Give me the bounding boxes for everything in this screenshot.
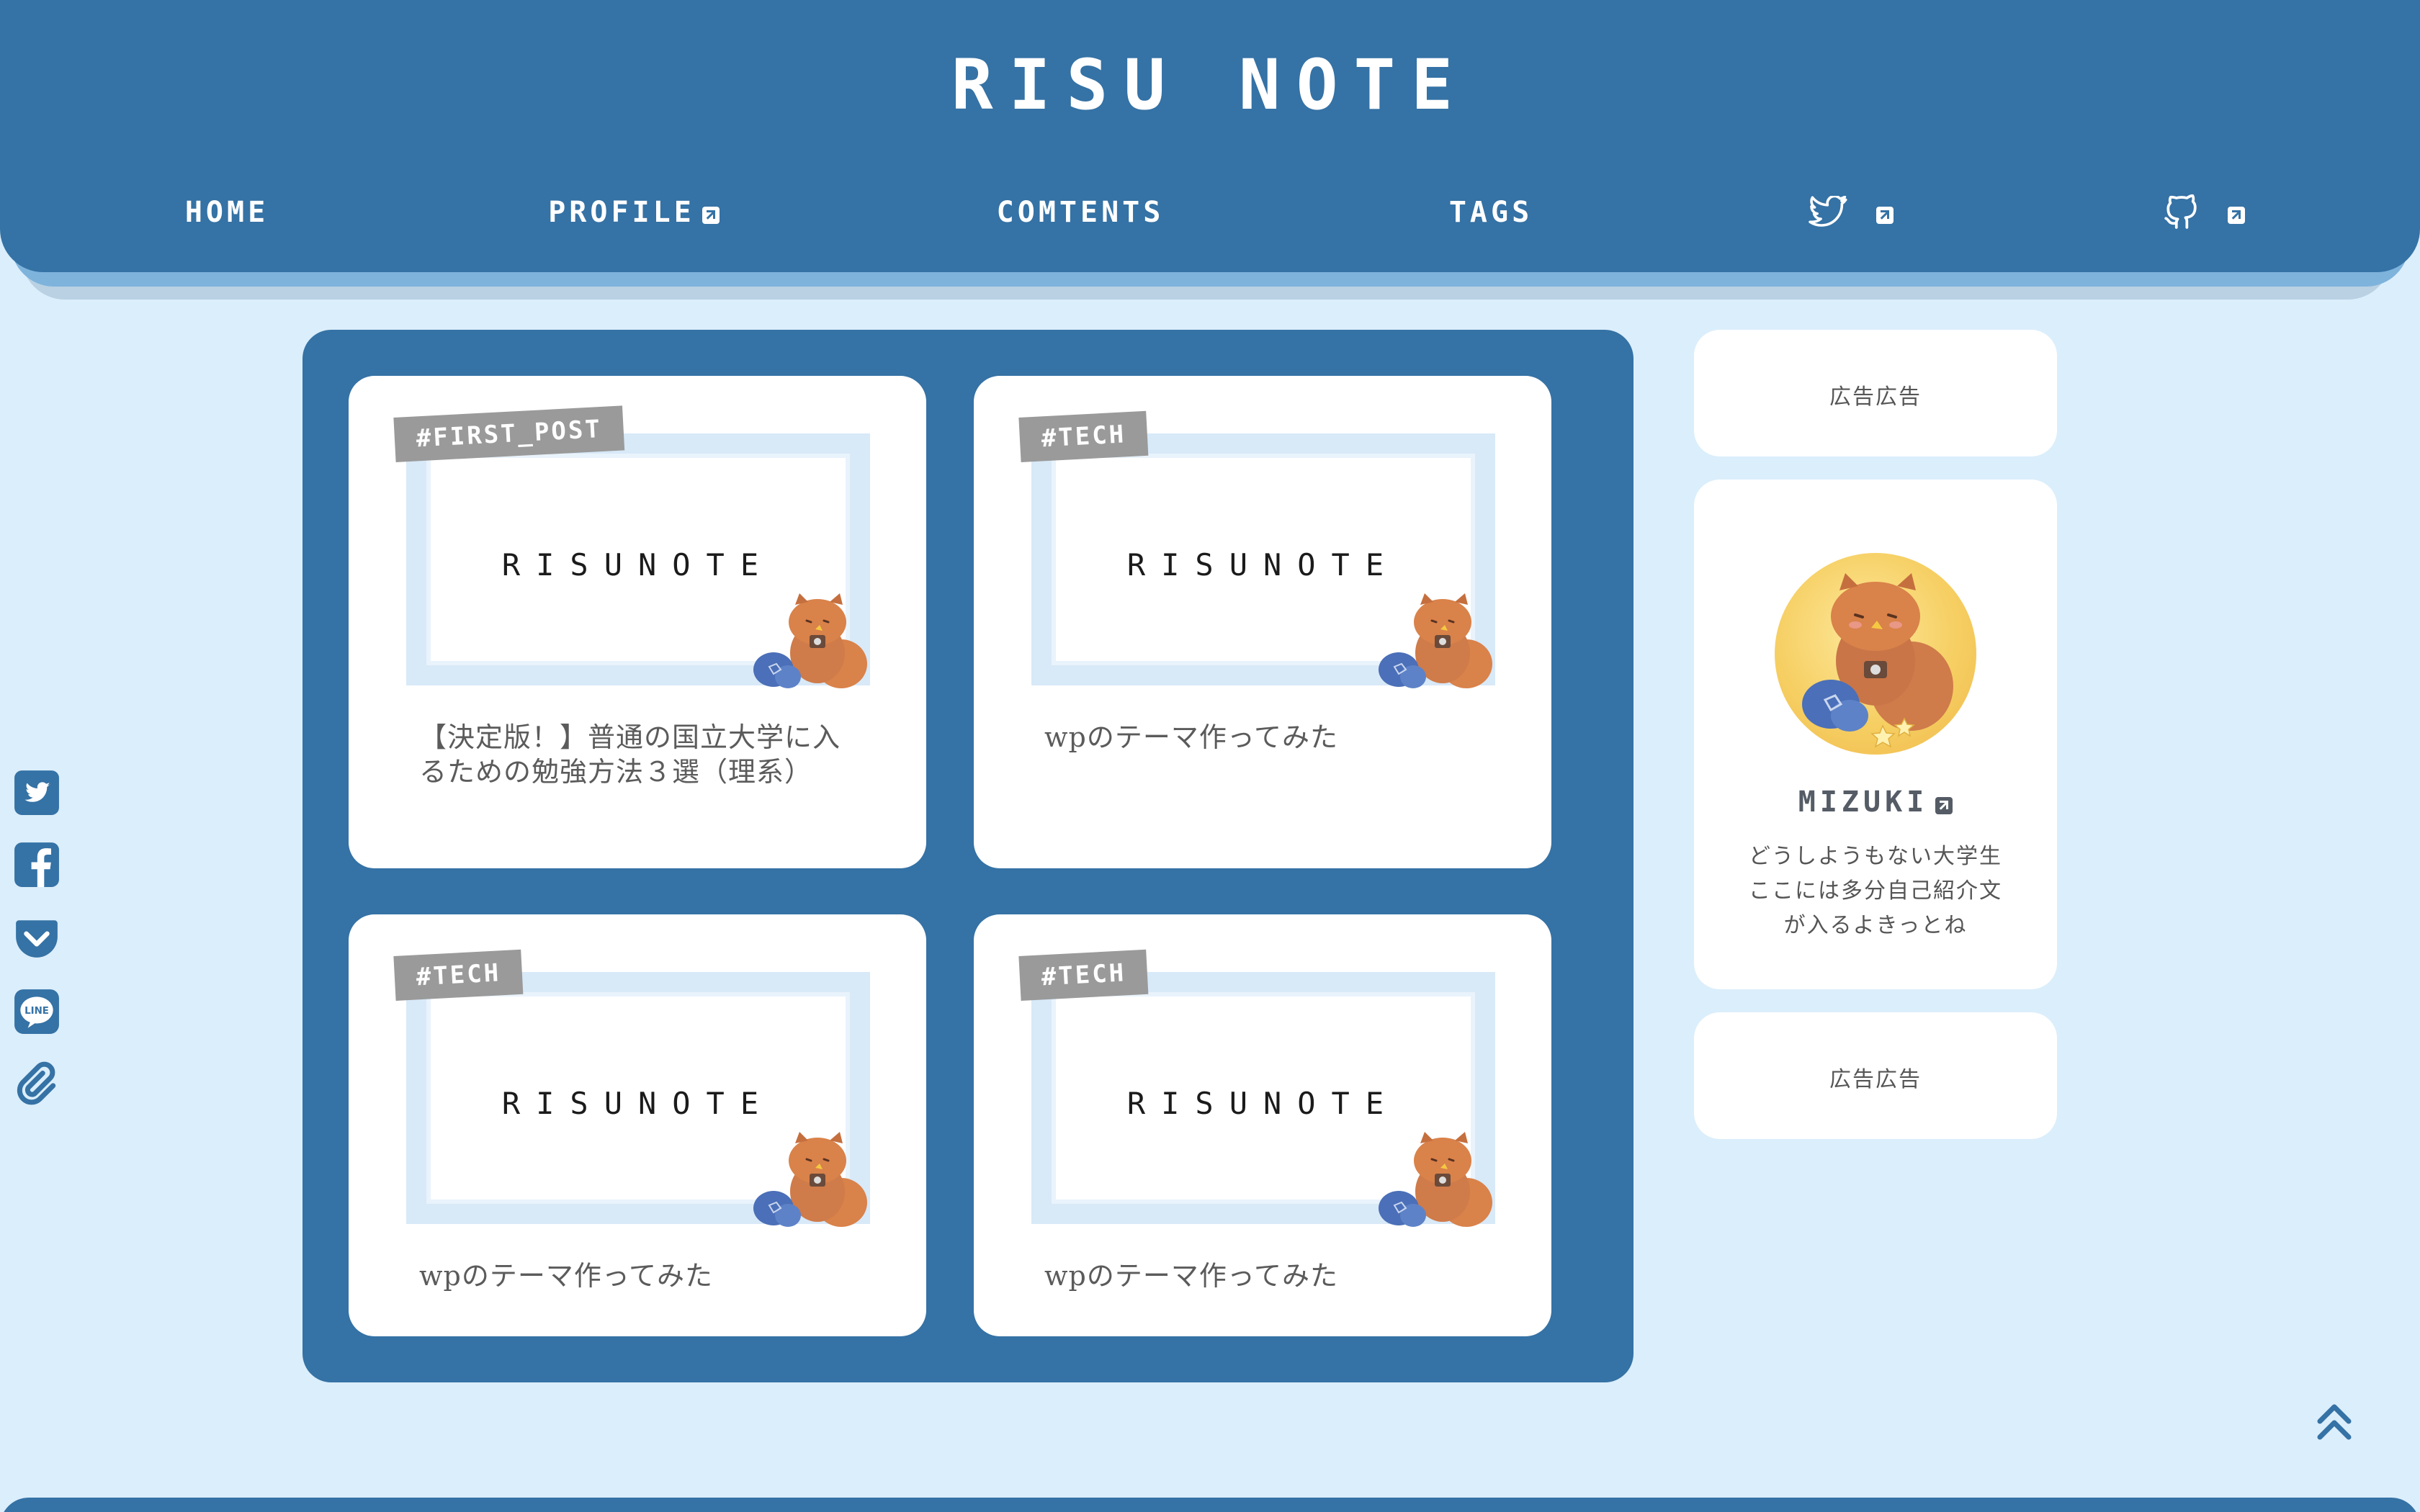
nav-home-label: HOME xyxy=(184,196,269,229)
ad-label: 広告広告 xyxy=(1829,384,1922,410)
share-line[interactable]: LINE xyxy=(13,988,60,1035)
site-title[interactable]: RISU NOTE xyxy=(0,45,2420,125)
post-card[interactable]: RISUNOTE #TECH wpのテーマ作ってみた xyxy=(974,914,1551,1336)
post-tag[interactable]: #TECH xyxy=(1018,949,1149,1001)
post-title[interactable]: 【決定版！】普通の国立大学に入るための勉強方法３選（理系） xyxy=(419,720,851,789)
nav-tags-label: TAGS xyxy=(1448,196,1533,229)
external-link-icon xyxy=(1876,207,1894,224)
ad-box-top[interactable]: 広告広告 xyxy=(1694,330,2057,456)
twitter-share-icon xyxy=(14,770,59,815)
twitter-icon xyxy=(1809,196,1847,227)
bio-line: どうしようもない大学生 xyxy=(1749,844,2002,869)
svg-text:LINE: LINE xyxy=(24,1006,49,1017)
share-facebook[interactable] xyxy=(13,841,60,888)
main-nav: HOME PROFILE COMTENTS TAGS xyxy=(0,184,2420,241)
ad-label: 広告広告 xyxy=(1829,1067,1922,1092)
share-twitter[interactable] xyxy=(13,769,60,816)
nav-profile[interactable]: PROFILE xyxy=(533,184,735,241)
bio-line: ここには多分自己紹介文 xyxy=(1749,878,2002,904)
nav-tags[interactable]: TAGS xyxy=(1426,184,1556,241)
post-title[interactable]: wpのテーマ作ってみた xyxy=(419,1259,851,1293)
squirrel-mascot-icon xyxy=(1379,1132,1492,1227)
nav-contents[interactable]: COMTENTS xyxy=(965,184,1196,241)
page: RISU NOTE HOME PROFILE COMTENTS TAGS LIN… xyxy=(0,0,2420,1512)
share-pocket[interactable] xyxy=(13,914,60,962)
double-chevron-up-icon xyxy=(2317,1404,2352,1440)
facebook-share-icon xyxy=(14,842,59,887)
site-footer xyxy=(0,1498,2420,1512)
post-tag[interactable]: #TECH xyxy=(393,949,524,1001)
pocket-share-icon xyxy=(16,920,58,958)
squirrel-avatar-icon xyxy=(1802,573,1953,748)
nav-profile-label: PROFILE xyxy=(548,196,695,229)
profile-card: MIZUKI どうしようもない大学生 ここには多分自己紹介文 が入るよきっとね xyxy=(1694,480,2057,989)
post-title[interactable]: wpのテーマ作ってみた xyxy=(1044,1259,1476,1293)
post-tag[interactable]: #TECH xyxy=(1018,410,1149,462)
profile-bio: どうしようもない大学生 ここには多分自己紹介文 が入るよきっとね xyxy=(1723,840,2028,943)
squirrel-mascot-icon xyxy=(1379,593,1492,688)
bio-line: が入るよきっとね xyxy=(1783,913,1968,938)
post-card[interactable]: RISUNOTE #FIRST_POST 【決定版！】普通の国立大学に入るための… xyxy=(349,376,926,868)
squirrel-mascot-icon xyxy=(753,593,867,688)
github-icon xyxy=(2164,194,2197,229)
nav-home[interactable]: HOME xyxy=(144,184,310,241)
profile-name: MIZUKI xyxy=(1798,786,1929,819)
ad-box-bottom[interactable]: 広告広告 xyxy=(1694,1012,2057,1139)
post-title[interactable]: wpのテーマ作ってみた xyxy=(1044,720,1476,755)
back-to-top-button[interactable] xyxy=(2309,1400,2360,1443)
post-list-panel: RISUNOTE #FIRST_POST 【決定版！】普通の国立大学に入るための… xyxy=(302,330,1634,1382)
post-card[interactable]: RISUNOTE #TECH wpのテーマ作ってみた xyxy=(349,914,926,1336)
copy-link-icon xyxy=(17,1061,56,1105)
avatar xyxy=(1775,553,1976,755)
nav-contents-label: COMTENTS xyxy=(996,196,1165,229)
nav-twitter[interactable] xyxy=(1801,184,1901,241)
nav-github[interactable] xyxy=(2154,184,2254,241)
external-link-icon xyxy=(1935,797,1953,814)
external-link-icon xyxy=(702,207,720,224)
profile-name-link[interactable]: MIZUKI xyxy=(1694,786,2057,819)
line-share-icon: LINE xyxy=(14,989,59,1034)
share-copy-link[interactable] xyxy=(13,1060,60,1107)
external-link-icon xyxy=(2228,207,2245,224)
squirrel-mascot-icon xyxy=(753,1132,867,1227)
post-card[interactable]: RISUNOTE #TECH wpのテーマ作ってみた xyxy=(974,376,1551,868)
site-header: RISU NOTE HOME PROFILE COMTENTS TAGS xyxy=(0,0,2420,272)
